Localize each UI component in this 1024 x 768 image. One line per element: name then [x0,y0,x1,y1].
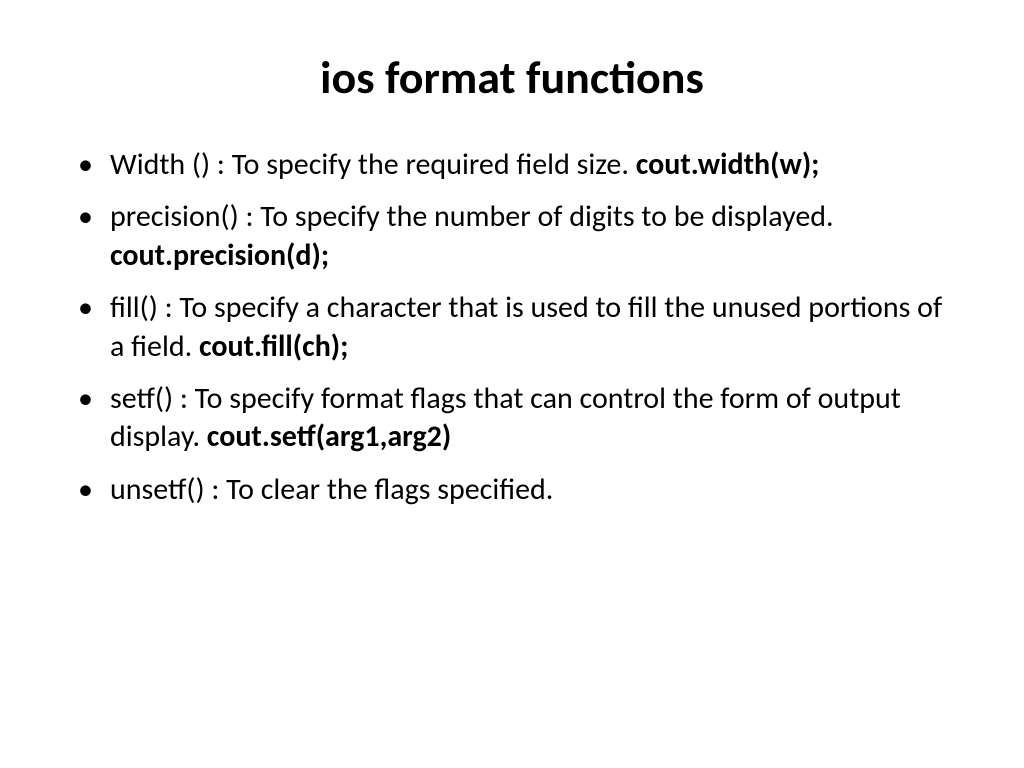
bullet-list: Width () : To specify the required field… [70,146,954,509]
bullet-description: Width () : To specify the required field… [110,146,636,183]
bullet-code: cout.fill(ch); [199,328,348,365]
list-item: precision() : To specify the number of d… [70,198,954,275]
list-item: unsetf() : To clear the flags specified. [70,471,954,509]
list-item: Width () : To specify the required field… [70,146,954,184]
list-item: fill() : To specify a character that is … [70,289,954,366]
bullet-code: cout.setf(arg1,arg2) [207,418,451,455]
list-item: setf() : To specify format flags that ca… [70,380,954,457]
slide-title: ios format functions [70,50,954,106]
bullet-description: unsetf() : To clear the flags specified. [110,471,553,508]
bullet-code: cout.precision(d); [110,237,329,274]
bullet-code: cout.width(w); [636,146,820,183]
bullet-description: precision() : To specify the number of d… [110,198,834,235]
